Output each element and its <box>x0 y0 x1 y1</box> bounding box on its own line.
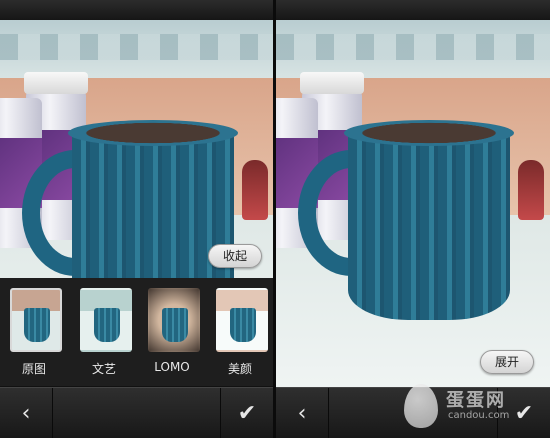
filter-thumbnail <box>80 288 132 352</box>
filter-original[interactable]: 原图 <box>10 288 62 377</box>
watermark: 蛋蛋网 candou.com <box>404 384 544 432</box>
filter-label: LOMO <box>154 360 190 374</box>
egg-logo-icon <box>404 384 438 428</box>
expand-button[interactable]: 展开 <box>480 350 535 374</box>
left-panel: 收起 原图 文艺 LOMO 美颜 ‹ ✔ <box>0 0 273 438</box>
chevron-left-icon: ‹ <box>21 400 31 426</box>
photo-preview: 展开 <box>276 20 550 390</box>
status-bar <box>276 0 550 21</box>
confirm-button[interactable]: ✔ <box>220 388 273 438</box>
filter-beauty[interactable]: 美颜 <box>216 288 268 377</box>
filter-thumbnail <box>148 288 200 352</box>
watermark-url: candou.com <box>448 410 510 421</box>
checkmark-icon: ✔ <box>237 400 257 426</box>
back-button[interactable]: ‹ <box>276 388 329 438</box>
collapse-button[interactable]: 收起 <box>208 244 263 268</box>
watermark-brand: 蛋蛋网 <box>446 390 506 411</box>
bottom-action-bar: ‹ ✔ <box>0 387 273 438</box>
filter-thumbnail <box>10 288 62 352</box>
filter-strip: 原图 文艺 LOMO 美颜 <box>0 278 273 386</box>
filter-lomo[interactable]: LOMO <box>148 288 200 374</box>
right-panel: 展开 ‹ ✔ 蛋蛋网 candou.com <box>276 0 550 438</box>
filter-label: 美颜 <box>227 362 252 376</box>
back-button[interactable]: ‹ <box>0 388 53 438</box>
filter-label: 原图 <box>21 362 46 376</box>
filter-thumbnail <box>216 288 268 352</box>
status-bar <box>0 0 273 21</box>
filter-literary[interactable]: 文艺 <box>80 288 132 377</box>
filter-label: 文艺 <box>91 362 116 376</box>
photo-preview: 收起 <box>0 20 273 278</box>
chevron-left-icon: ‹ <box>297 400 307 426</box>
